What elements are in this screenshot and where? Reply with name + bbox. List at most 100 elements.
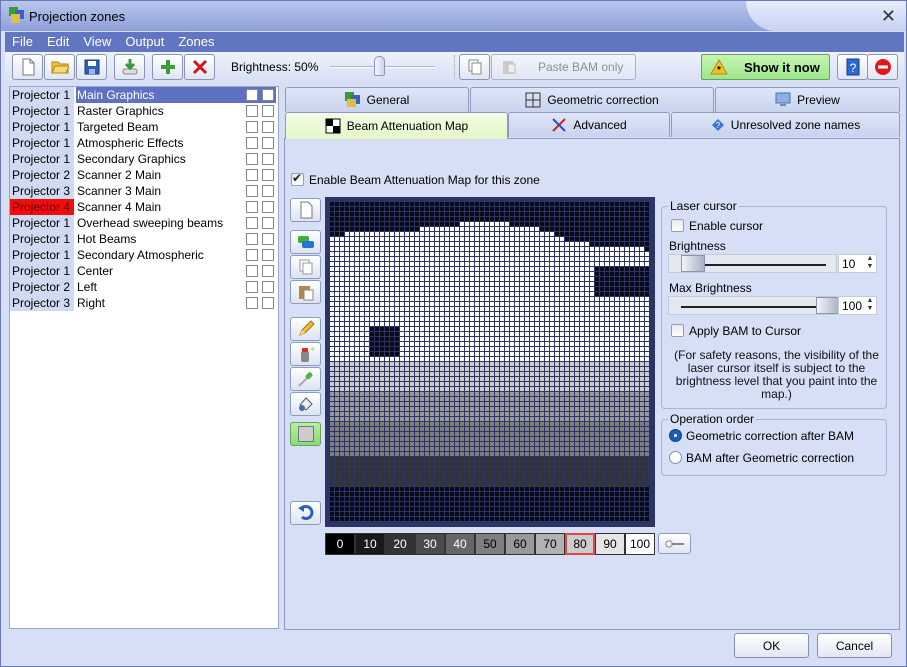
bam-cell[interactable] bbox=[425, 237, 429, 241]
bam-cell[interactable] bbox=[605, 272, 609, 276]
bam-cell[interactable] bbox=[560, 417, 564, 421]
bam-cell[interactable] bbox=[360, 452, 364, 456]
bam-cell[interactable] bbox=[430, 442, 434, 446]
bam-cell[interactable] bbox=[500, 272, 504, 276]
bam-cell[interactable] bbox=[420, 442, 424, 446]
bam-cell[interactable] bbox=[530, 362, 534, 366]
bam-cell[interactable] bbox=[400, 422, 404, 426]
bam-cell[interactable] bbox=[490, 307, 494, 311]
bam-cell[interactable] bbox=[405, 227, 409, 231]
bam-cell[interactable] bbox=[600, 342, 604, 346]
bam-cell[interactable] bbox=[470, 422, 474, 426]
bam-cell[interactable] bbox=[365, 292, 369, 296]
bam-cell[interactable] bbox=[640, 237, 644, 241]
bam-cell[interactable] bbox=[595, 242, 599, 246]
bam-cell[interactable] bbox=[545, 202, 549, 206]
bam-cell[interactable] bbox=[505, 417, 509, 421]
bam-cell[interactable] bbox=[590, 347, 594, 351]
bam-cell[interactable] bbox=[450, 452, 454, 456]
bam-cell[interactable] bbox=[535, 267, 539, 271]
bam-cell[interactable] bbox=[435, 302, 439, 306]
bam-cell[interactable] bbox=[635, 357, 639, 361]
bam-cell[interactable] bbox=[445, 452, 449, 456]
bam-cell[interactable] bbox=[550, 207, 554, 211]
bam-cell[interactable] bbox=[525, 392, 529, 396]
bam-cell[interactable] bbox=[485, 417, 489, 421]
bam-cell[interactable] bbox=[480, 487, 484, 491]
bam-cell[interactable] bbox=[560, 202, 564, 206]
bam-cell[interactable] bbox=[330, 517, 334, 521]
bam-cell[interactable] bbox=[390, 387, 394, 391]
bam-cell[interactable] bbox=[360, 207, 364, 211]
bam-cell[interactable] bbox=[345, 452, 349, 456]
bam-cell[interactable] bbox=[590, 257, 594, 261]
bam-cell[interactable] bbox=[550, 252, 554, 256]
bam-cell[interactable] bbox=[355, 392, 359, 396]
bam-cell[interactable] bbox=[575, 512, 579, 516]
bam-cell[interactable] bbox=[515, 497, 519, 501]
bam-cell[interactable] bbox=[560, 262, 564, 266]
bam-cell[interactable] bbox=[370, 272, 374, 276]
bam-cell[interactable] bbox=[550, 297, 554, 301]
bam-cell[interactable] bbox=[590, 447, 594, 451]
bam-cell[interactable] bbox=[330, 502, 334, 506]
bam-cell[interactable] bbox=[500, 302, 504, 306]
bam-cell[interactable] bbox=[395, 492, 399, 496]
bam-cell[interactable] bbox=[645, 432, 649, 436]
bam-cell[interactable] bbox=[530, 222, 534, 226]
bam-cell[interactable] bbox=[365, 377, 369, 381]
bam-cell[interactable] bbox=[360, 297, 364, 301]
bam-cell[interactable] bbox=[475, 252, 479, 256]
bam-cell[interactable] bbox=[545, 292, 549, 296]
bam-cell[interactable] bbox=[620, 407, 624, 411]
bam-cell[interactable] bbox=[330, 262, 334, 266]
bam-cell[interactable] bbox=[435, 222, 439, 226]
bam-cell[interactable] bbox=[635, 292, 639, 296]
bam-cell[interactable] bbox=[520, 277, 524, 281]
bam-cell[interactable] bbox=[540, 507, 544, 511]
bam-cell[interactable] bbox=[635, 257, 639, 261]
bam-cell[interactable] bbox=[610, 347, 614, 351]
bam-cell[interactable] bbox=[580, 417, 584, 421]
bam-cell[interactable] bbox=[340, 297, 344, 301]
bam-cell[interactable] bbox=[330, 382, 334, 386]
bam-cell[interactable] bbox=[560, 427, 564, 431]
bam-cell[interactable] bbox=[480, 257, 484, 261]
bam-cell[interactable] bbox=[640, 387, 644, 391]
bam-cell[interactable] bbox=[450, 347, 454, 351]
bam-cell[interactable] bbox=[340, 482, 344, 486]
bam-cell[interactable] bbox=[395, 412, 399, 416]
bam-cell[interactable] bbox=[640, 362, 644, 366]
bam-cell[interactable] bbox=[465, 257, 469, 261]
bam-cell[interactable] bbox=[575, 482, 579, 486]
bam-cell[interactable] bbox=[425, 417, 429, 421]
bam-cell[interactable] bbox=[420, 247, 424, 251]
bam-cell[interactable] bbox=[425, 317, 429, 321]
zone-checkbox-2[interactable] bbox=[262, 201, 274, 213]
bam-cell[interactable] bbox=[390, 382, 394, 386]
bam-cell[interactable] bbox=[350, 467, 354, 471]
bam-cell[interactable] bbox=[475, 362, 479, 366]
bam-cell[interactable] bbox=[595, 307, 599, 311]
bam-cell[interactable] bbox=[635, 247, 639, 251]
bam-cell[interactable] bbox=[555, 457, 559, 461]
bam-cell[interactable] bbox=[455, 232, 459, 236]
bam-cell[interactable] bbox=[385, 337, 389, 341]
bam-cell[interactable] bbox=[560, 267, 564, 271]
bam-cell[interactable] bbox=[520, 272, 524, 276]
bam-cell[interactable] bbox=[525, 322, 529, 326]
bam-cell[interactable] bbox=[635, 457, 639, 461]
bam-cell[interactable] bbox=[430, 297, 434, 301]
bam-cell[interactable] bbox=[450, 507, 454, 511]
bam-cell[interactable] bbox=[535, 242, 539, 246]
bam-cell[interactable] bbox=[460, 222, 464, 226]
bam-cell[interactable] bbox=[610, 502, 614, 506]
bam-cell[interactable] bbox=[635, 362, 639, 366]
bam-cell[interactable] bbox=[530, 507, 534, 511]
bam-cell[interactable] bbox=[450, 277, 454, 281]
bam-cell[interactable] bbox=[490, 357, 494, 361]
bam-cell[interactable] bbox=[530, 207, 534, 211]
bam-cell[interactable] bbox=[450, 302, 454, 306]
bam-cell[interactable] bbox=[615, 362, 619, 366]
bam-cell[interactable] bbox=[455, 462, 459, 466]
